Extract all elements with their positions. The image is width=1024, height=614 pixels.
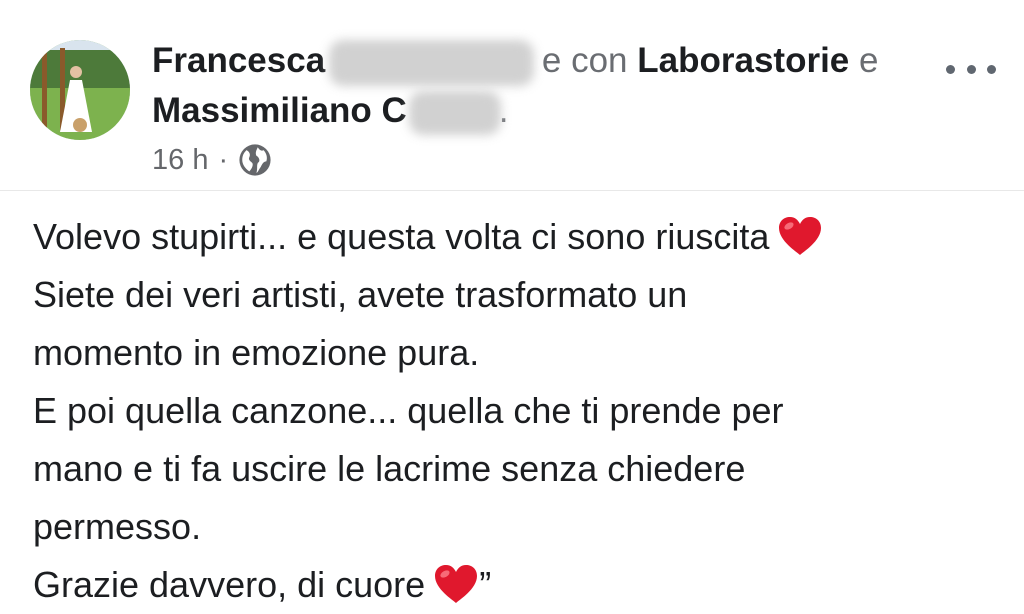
post-text-line: E poi quella canzone... quella che ti pr… (33, 390, 784, 431)
post-text-line: permesso. (33, 506, 202, 547)
tagged-person-link[interactable]: Massimiliano C (152, 91, 407, 130)
post-text-line: mano e ti fa uscire le lacrime senza chi… (33, 448, 746, 489)
more-dot (987, 64, 996, 74)
more-dot (966, 64, 976, 74)
post-text-line: Volevo stupirti... e questa volta ci son… (33, 208, 1003, 266)
post-text-segment: Grazie davvero, di cuore (33, 564, 426, 605)
header-divider (0, 190, 1024, 191)
globe-icon[interactable] (238, 143, 272, 177)
connector-text: e con (541, 41, 628, 80)
meta-separator: · (218, 143, 229, 176)
post-author-line: Francesca e con Laborastorie e Massimili… (152, 36, 952, 136)
author-avatar[interactable] (30, 40, 130, 140)
more-options-icon[interactable] (946, 56, 996, 82)
post-text: Volevo stupirti... e questa volta ci son… (33, 208, 1003, 614)
conjunction-text: e (859, 41, 879, 80)
post-text-segment: Volevo stupirti... e questa volta ci son… (33, 216, 770, 257)
avatar-photo (30, 40, 130, 140)
post-text-line: Grazie davvero, di cuore ” (33, 556, 1003, 614)
author-name[interactable]: Francesca (152, 41, 325, 80)
post-text-line: momento in emozione pura. (33, 332, 480, 373)
redacted-surname (329, 39, 535, 86)
post-time[interactable]: 16 h (152, 144, 208, 177)
tagged-page-link[interactable]: Laborastorie (637, 41, 849, 80)
red-heart-icon (779, 217, 822, 255)
post-text-line: Siete dei veri artisti, avete trasformat… (33, 274, 688, 315)
post-header: Francesca e con Laborastorie e Massimili… (0, 0, 1024, 190)
post-meta: 16 h · (152, 140, 272, 180)
more-dot (946, 64, 955, 74)
closing-quote: ” (479, 564, 492, 605)
redacted-surname-2 (408, 90, 501, 135)
red-heart-icon (435, 565, 478, 603)
